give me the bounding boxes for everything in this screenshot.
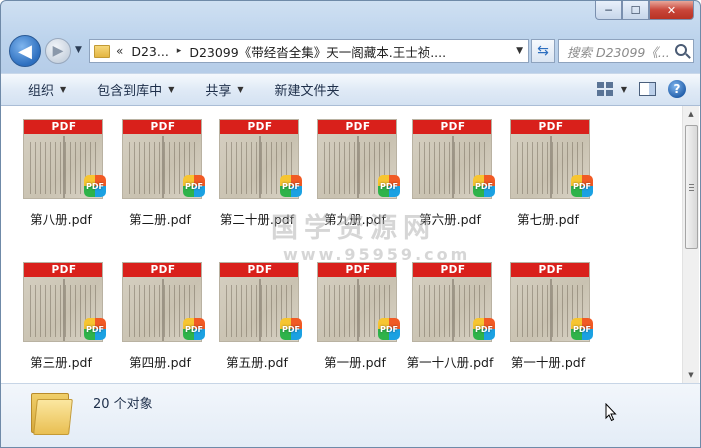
forward-arrow-icon: ▶ bbox=[52, 43, 64, 59]
file-name: 第四册.pdf bbox=[129, 355, 191, 370]
breadcrumb-overflow[interactable]: « bbox=[116, 44, 123, 58]
explorer-window: ─ ☐ ✕ ◀ ▶ ▼ « D23... ▸ D23099《带经沓全集》天一阁藏… bbox=[0, 0, 701, 448]
maximize-button[interactable]: ☐ bbox=[622, 1, 649, 20]
file-name: 第一册.pdf bbox=[324, 355, 386, 370]
pdf-app-icon: PDF bbox=[473, 318, 495, 340]
file-name: 第三册.pdf bbox=[30, 355, 92, 370]
pdf-label-band: PDF bbox=[318, 120, 396, 134]
file-name: 第七册.pdf bbox=[517, 212, 579, 227]
include-in-library-menu[interactable]: 包含到库中 ▼ bbox=[97, 80, 185, 99]
pdf-label-band: PDF bbox=[220, 120, 298, 134]
pdf-label-band: PDF bbox=[24, 263, 102, 277]
file-item[interactable]: PDF PDF 第二册.pdf bbox=[112, 111, 208, 241]
file-name: 第一十八册.pdf bbox=[406, 355, 494, 370]
help-icon[interactable]: ? bbox=[668, 80, 686, 98]
recent-pages-button[interactable]: ▼ bbox=[75, 45, 82, 55]
new-folder-label: 新建文件夹 bbox=[274, 84, 340, 99]
pdf-label-band: PDF bbox=[413, 263, 491, 277]
item-count: 20 个对象 bbox=[93, 397, 153, 412]
scroll-thumb[interactable] bbox=[685, 125, 698, 249]
new-folder-button[interactable]: 新建文件夹 bbox=[275, 80, 351, 99]
pdf-app-icon: PDF bbox=[183, 318, 205, 340]
change-view-icon[interactable] bbox=[596, 82, 613, 96]
chevron-down-icon: ▼ bbox=[168, 85, 175, 94]
pdf-app-icon: PDF bbox=[378, 318, 400, 340]
file-item[interactable]: PDF PDF 第四册.pdf bbox=[112, 254, 208, 384]
command-bar: 组织 ▼ 包含到库中 ▼ 共享 ▼ 新建文件夹 ▼ ? bbox=[1, 73, 700, 106]
pdf-label-band: PDF bbox=[123, 263, 201, 277]
pdf-label-band: PDF bbox=[413, 120, 491, 134]
file-name: 第六册.pdf bbox=[419, 212, 481, 227]
file-item[interactable]: PDF PDF 第七册.pdf bbox=[500, 111, 596, 241]
scroll-up-button[interactable]: ▲ bbox=[683, 106, 699, 122]
file-grid: PDF PDF 第八册.pdf PDF PDF 第二册.pdf PDF PDF 第二十册.pdf… bbox=[1, 106, 677, 383]
pdf-label-band: PDF bbox=[511, 120, 589, 134]
close-button[interactable]: ✕ bbox=[649, 1, 694, 20]
pdf-app-icon: PDF bbox=[84, 175, 106, 197]
file-name: 第二十册.pdf bbox=[219, 212, 295, 227]
pdf-app-icon: PDF bbox=[473, 175, 495, 197]
breadcrumb-separator[interactable]: ▸ bbox=[177, 46, 182, 56]
navigation-bar: ◀ ▶ ▼ « D23... ▸ D23099《带经沓全集》天一阁藏本.王士祯.… bbox=[9, 35, 696, 67]
organize-menu[interactable]: 组织 ▼ bbox=[1, 80, 77, 99]
search-icon bbox=[675, 44, 687, 56]
file-item[interactable]: PDF PDF 第九册.pdf bbox=[307, 111, 403, 241]
file-item[interactable]: PDF PDF 第六册.pdf bbox=[402, 111, 498, 241]
share-menu[interactable]: 共享 ▼ bbox=[205, 80, 254, 99]
file-name: 第五册.pdf bbox=[226, 355, 288, 370]
caption-buttons: ─ ☐ ✕ bbox=[595, 1, 694, 20]
refresh-icon: ⇆ bbox=[537, 43, 549, 59]
file-name: 第九册.pdf bbox=[324, 212, 386, 227]
vertical-scrollbar[interactable]: ▲ ▼ bbox=[682, 106, 699, 383]
pdf-label-band: PDF bbox=[220, 263, 298, 277]
search-placeholder: 搜索 D23099《... bbox=[567, 44, 670, 60]
folder-icon bbox=[94, 44, 110, 58]
pdf-app-icon: PDF bbox=[571, 318, 593, 340]
file-item[interactable]: PDF PDF 第五册.pdf bbox=[209, 254, 305, 384]
file-item[interactable]: PDF PDF 第一十八册.pdf bbox=[402, 254, 498, 384]
chevron-down-icon: ▼ bbox=[60, 85, 67, 94]
back-button[interactable]: ◀ bbox=[9, 35, 41, 67]
file-name: 第二册.pdf bbox=[129, 212, 191, 227]
pdf-label-band: PDF bbox=[318, 263, 396, 277]
include-in-library-label: 包含到库中 bbox=[97, 84, 163, 99]
file-item[interactable]: PDF PDF 第二十册.pdf bbox=[209, 111, 305, 241]
file-item[interactable]: PDF PDF 第一十册.pdf bbox=[500, 254, 596, 384]
back-arrow-icon: ◀ bbox=[18, 40, 32, 62]
search-input[interactable]: 搜索 D23099《... bbox=[558, 39, 694, 63]
folder-icon bbox=[31, 389, 73, 435]
pdf-label-band: PDF bbox=[24, 120, 102, 134]
organize-label: 组织 bbox=[28, 84, 55, 99]
pdf-app-icon: PDF bbox=[571, 175, 593, 197]
breadcrumb-item[interactable]: D23... bbox=[131, 44, 168, 59]
pdf-label-band: PDF bbox=[511, 263, 589, 277]
file-name: 第八册.pdf bbox=[30, 212, 92, 227]
file-item[interactable]: PDF PDF 第三册.pdf bbox=[13, 254, 109, 384]
minimize-button[interactable]: ─ bbox=[595, 1, 622, 20]
refresh-button[interactable]: ⇆ bbox=[531, 39, 555, 63]
pdf-app-icon: PDF bbox=[378, 175, 400, 197]
address-bar[interactable]: « D23... ▸ D23099《带经沓全集》天一阁藏本.王士祯.... ▼ bbox=[89, 39, 529, 63]
pdf-label-band: PDF bbox=[123, 120, 201, 134]
file-item[interactable]: PDF PDF 第一册.pdf bbox=[307, 254, 403, 384]
pdf-app-icon: PDF bbox=[280, 318, 302, 340]
scroll-down-button[interactable]: ▼ bbox=[683, 367, 699, 383]
file-list-area: PDF PDF 第八册.pdf PDF PDF 第二册.pdf PDF PDF 第二十册.pdf… bbox=[1, 106, 700, 383]
share-label: 共享 bbox=[205, 84, 232, 99]
breadcrumb-current[interactable]: D23099《带经沓全集》天一阁藏本.王士祯.... bbox=[189, 42, 446, 61]
file-item[interactable]: PDF PDF 第八册.pdf bbox=[13, 111, 109, 241]
view-options-dropdown[interactable]: ▼ bbox=[621, 85, 627, 94]
pdf-app-icon: PDF bbox=[183, 175, 205, 197]
pdf-app-icon: PDF bbox=[280, 175, 302, 197]
file-name: 第一十册.pdf bbox=[510, 355, 586, 370]
chevron-down-icon: ▼ bbox=[237, 85, 244, 94]
forward-button[interactable]: ▶ bbox=[45, 38, 71, 64]
pdf-app-icon: PDF bbox=[84, 318, 106, 340]
preview-pane-icon[interactable] bbox=[639, 82, 656, 96]
details-pane: 20 个对象 bbox=[1, 383, 700, 447]
address-dropdown-button[interactable]: ▼ bbox=[516, 46, 523, 56]
